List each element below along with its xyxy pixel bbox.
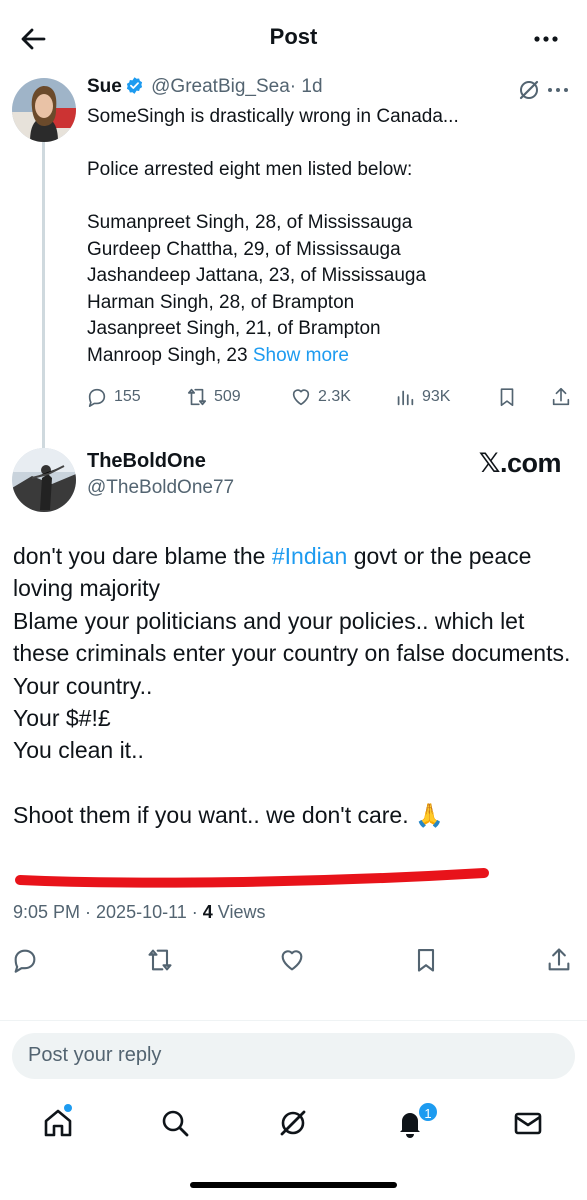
x-watermark: 𝕏.com xyxy=(478,448,562,478)
reply-icon xyxy=(88,388,106,407)
top-bar: Post xyxy=(0,0,587,78)
post-text: SomeSingh is drastically wrong in Canada… xyxy=(87,104,557,369)
post-more-icon[interactable] xyxy=(545,78,571,102)
reply-count: 155 xyxy=(114,388,141,405)
notification-badge: 1 xyxy=(417,1101,439,1123)
share-button[interactable] xyxy=(550,383,578,411)
post-actions xyxy=(0,946,587,978)
grok-icon[interactable] xyxy=(517,78,541,102)
page-title: Post xyxy=(269,24,318,49)
home-indicator xyxy=(190,1182,397,1188)
views-button[interactable]: 93K xyxy=(394,383,450,411)
avatar[interactable] xyxy=(12,78,76,142)
hashtag-link[interactable]: #Indian xyxy=(272,543,347,569)
bookmark-button[interactable] xyxy=(496,383,524,411)
post-text: don't you dare blame the #Indian govt or… xyxy=(13,540,578,832)
post-body-rest: govt or the peace loving majority Blame … xyxy=(13,543,571,829)
bookmark-icon xyxy=(500,388,514,407)
reply-input[interactable]: Post your reply xyxy=(12,1033,575,1079)
view-count: 4 xyxy=(202,902,213,922)
like-count: 2.3K xyxy=(318,388,351,405)
repost-icon xyxy=(187,388,207,406)
views-chart-icon xyxy=(397,390,414,406)
home-unread-dot xyxy=(64,1104,72,1112)
parent-post[interactable]: Sue @GreatBig_Sea· 1d SomeSingh is drast… xyxy=(0,72,587,500)
repost-icon[interactable] xyxy=(146,946,174,974)
reply-placeholder: Post your reply xyxy=(28,1044,162,1066)
author-handle[interactable]: @TheBoldOne77 xyxy=(87,477,234,499)
like-button[interactable]: 2.3K xyxy=(290,383,351,411)
thread-connector xyxy=(42,142,45,500)
author-name[interactable]: Sue xyxy=(87,76,122,97)
red-underline-annotation xyxy=(14,867,490,889)
post-body-start: don't you dare blame the xyxy=(13,543,272,569)
search-icon[interactable] xyxy=(158,1106,192,1140)
show-more-link[interactable]: Show more xyxy=(253,345,349,366)
divider xyxy=(0,1020,587,1021)
views-count: 93K xyxy=(422,388,451,405)
bookmark-icon[interactable] xyxy=(412,946,440,974)
grok-icon[interactable] xyxy=(276,1106,310,1140)
repost-count: 509 xyxy=(214,388,241,405)
share-icon xyxy=(552,387,570,406)
share-icon[interactable] xyxy=(545,946,573,974)
reply-button[interactable]: 155 xyxy=(86,383,141,411)
reply-icon[interactable] xyxy=(11,946,39,974)
bottom-tab-bar xyxy=(0,1090,587,1160)
post-actions: 155 509 2.3K 93K xyxy=(86,383,576,413)
heart-icon xyxy=(292,389,310,406)
post-timestamp: 9:05 PM · 2025-10-11 · 4 Views xyxy=(13,902,265,923)
author-handle[interactable]: @GreatBig_Sea xyxy=(151,76,290,97)
post-age: · 1d xyxy=(289,76,323,97)
more-options-icon[interactable] xyxy=(531,24,561,54)
views-label: Views xyxy=(212,902,266,922)
author-name[interactable]: TheBoldOne xyxy=(87,450,206,473)
timestamp-text: 9:05 PM · 2025-10-11 · xyxy=(13,902,203,922)
verified-badge-icon xyxy=(125,76,144,95)
heart-icon[interactable] xyxy=(278,946,306,974)
avatar[interactable] xyxy=(12,448,76,512)
messages-envelope-icon[interactable] xyxy=(511,1106,545,1140)
post-author-line: Sue @GreatBig_Sea· 1d xyxy=(87,76,323,98)
post-body: SomeSingh is drastically wrong in Canada… xyxy=(87,106,459,366)
repost-button[interactable]: 509 xyxy=(186,383,241,411)
